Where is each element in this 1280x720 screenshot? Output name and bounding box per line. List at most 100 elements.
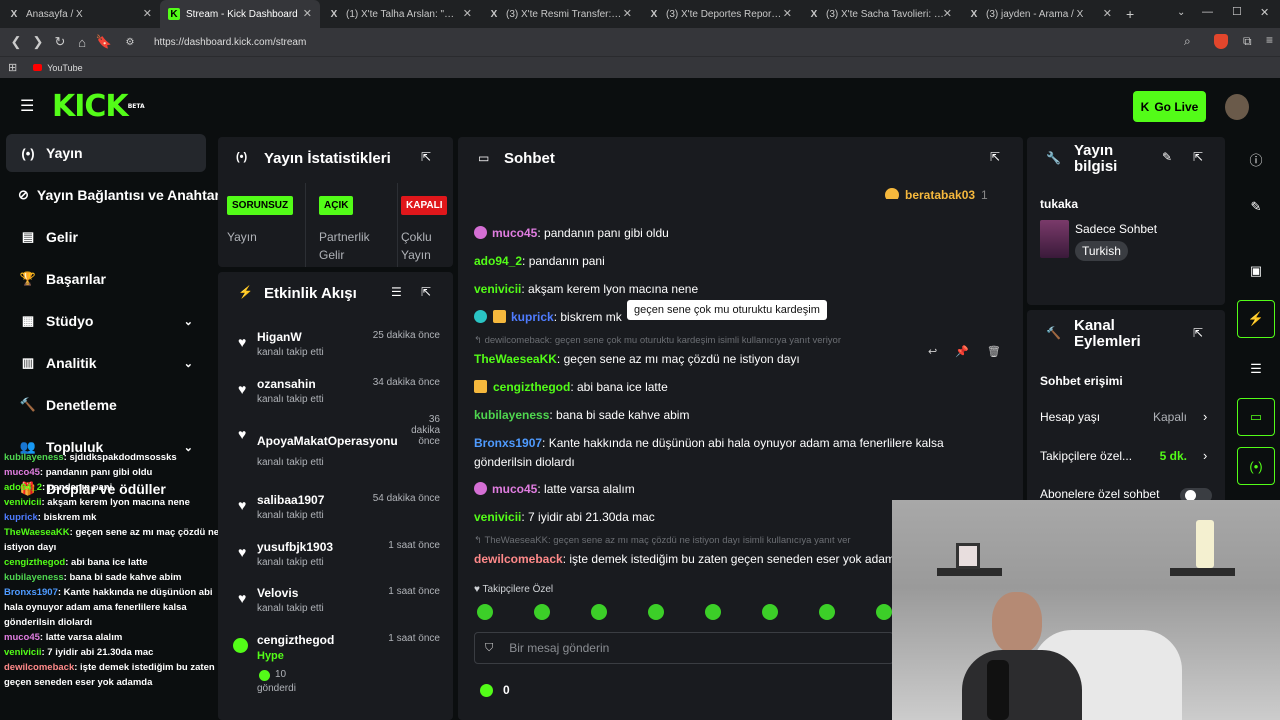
chat-message[interactable]: venivicii: 7 iyidir abi 21.30da mac — [474, 510, 655, 524]
chat-username[interactable]: Bronxs1907 — [474, 436, 542, 450]
reply-reference[interactable]: ↰ dewilcomeback: geçen sene çok mu oturu… — [474, 335, 894, 346]
chat-message[interactable]: muco45: pandanın panı gibi oldu — [474, 226, 669, 240]
kick-logo[interactable]: KICKBETA — [52, 92, 145, 122]
list-icon[interactable]: ☰ — [1237, 350, 1275, 388]
chat-message[interactable]: dewilcomeback: işte demek istediğim bu z… — [474, 552, 894, 566]
maximize-button[interactable]: ☐ — [1232, 5, 1242, 18]
sidebar-item[interactable]: 🏆 Başarılar — [0, 260, 215, 298]
popout-icon[interactable]: ⇱ — [1193, 150, 1203, 164]
chat-input[interactable]: ⛉ Bir mesaj gönderin — [474, 632, 894, 664]
chat-username[interactable]: muco45 — [492, 482, 537, 496]
chat-username[interactable]: kuprick — [511, 310, 554, 324]
setting-value[interactable]: Kapalı — [1153, 410, 1187, 424]
zoom-icon[interactable]: ⌕ — [1184, 34, 1191, 49]
emote-icon[interactable] — [762, 604, 778, 620]
emote-icon[interactable] — [876, 604, 892, 620]
close-tab-icon[interactable]: ✕ — [303, 7, 312, 20]
menu-icon[interactable]: ≡ — [1266, 33, 1273, 47]
hamburger-menu-icon[interactable]: ☰ — [20, 96, 34, 116]
sidebar-item[interactable]: 🔨 Denetleme — [0, 386, 215, 424]
chat-username[interactable]: kubilayeness — [474, 408, 549, 422]
browser-tab[interactable]: X (1) X'te Talha Arslan: "🟠 ⚪ ÖZE✕ — [320, 0, 480, 28]
chat-username[interactable]: cengizthegod — [493, 380, 570, 394]
new-tab-button[interactable]: + — [1126, 6, 1134, 22]
chat-message[interactable]: muco45: latte varsa alalım — [474, 482, 635, 496]
emote-icon[interactable] — [648, 604, 664, 620]
edit-icon[interactable]: ✎ — [1162, 150, 1172, 164]
popout-icon[interactable]: ⇱ — [1193, 326, 1203, 340]
delete-icon[interactable]: 🗑 — [987, 345, 1001, 358]
info-icon[interactable]: ⓘ — [1237, 140, 1275, 178]
bookmark-icon[interactable]: 🔖 — [94, 34, 114, 50]
emote-icon[interactable] — [477, 604, 493, 620]
browser-tab[interactable]: X (3) X'te Resmi Transfer: "Oyuncu: Eji✕ — [480, 0, 640, 28]
channel-points[interactable]: 0 — [480, 683, 510, 697]
site-info-icon[interactable]: ⚙ — [120, 37, 140, 48]
chat-username[interactable]: TheWaeseaKK — [474, 352, 557, 366]
browser-tab[interactable]: K Stream - Kick Dashboard ✕ — [160, 0, 320, 28]
chat-username[interactable]: venivicii — [474, 510, 521, 524]
chevron-right-icon[interactable]: › — [1203, 448, 1207, 463]
chat-message[interactable]: TheWaeseaKK: geçen sene az mı maç çözdü … — [474, 352, 800, 366]
setting-value[interactable]: 5 dk. — [1160, 449, 1187, 463]
bookmark-youtube[interactable]: YouTube — [47, 63, 82, 73]
lightning-icon[interactable]: ⚡ — [1237, 300, 1275, 338]
home-icon[interactable]: ⌂ — [72, 35, 92, 50]
chat-username[interactable]: venivicii — [474, 282, 521, 296]
reply-icon[interactable]: ↩ — [928, 345, 937, 358]
close-tab-icon[interactable]: ✕ — [623, 7, 632, 20]
close-window-button[interactable]: ✕ — [1260, 6, 1269, 19]
reload-icon[interactable]: ↻ — [50, 34, 70, 50]
chat-message[interactable]: cengizthegod: abi bana ice latte — [474, 380, 668, 394]
popout-icon[interactable]: ⇱ — [421, 285, 431, 299]
chat-message[interactable]: kubilayeness: bana bi sade kahve abim — [474, 408, 689, 422]
chat-username[interactable]: dewilcomeback — [474, 552, 563, 566]
close-tab-icon[interactable]: ✕ — [1103, 7, 1112, 20]
browser-tab[interactable]: X (3) X'te Deportes Reports: "Galatas✕ — [640, 0, 800, 28]
chat-message[interactable]: kuprick: biskrem mk — [474, 310, 622, 324]
sidebar-item[interactable]: ⊘ Yayın Bağlantısı ve Anahtarı — [0, 176, 224, 214]
close-tab-icon[interactable]: ✕ — [143, 7, 152, 20]
chat-toggle-icon[interactable]: ▭ — [1237, 398, 1275, 436]
popout-icon[interactable]: ⇱ — [421, 150, 431, 164]
url-field[interactable]: https://dashboard.kick.com/stream — [154, 37, 306, 48]
chat-text: gönderilsin diolardı — [474, 455, 575, 469]
close-tab-icon[interactable]: ✕ — [943, 7, 952, 20]
pin-icon[interactable]: 📌 — [955, 345, 969, 358]
browser-tab[interactable]: X (3) jayden - Arama / X ✕ — [960, 0, 1120, 28]
emote-icon[interactable] — [705, 604, 721, 620]
chevron-right-icon[interactable]: › — [1203, 409, 1207, 424]
popout-icon[interactable]: ⇱ — [990, 150, 1000, 164]
browser-tab[interactable]: X (3) X'te Sacha Tavolieri: "🟠 ⚪ E✕ — [800, 0, 960, 28]
forward-icon[interactable]: ❯ — [28, 34, 48, 50]
broadcast-toggle-icon[interactable]: (•) — [1237, 447, 1275, 485]
chat-message[interactable]: ado94_2: pandanın pani — [474, 254, 605, 268]
close-tab-icon[interactable]: ✕ — [463, 7, 472, 20]
filter-icon[interactable]: ☰ — [391, 285, 402, 299]
apps-grid-icon[interactable]: ⊞ — [8, 61, 17, 74]
player-icon[interactable]: ▣ — [1237, 252, 1275, 290]
chat-message[interactable]: Bronxs1907: Kante hakkında ne düşünüon a… — [474, 436, 944, 450]
pen-icon[interactable]: ✎ — [1237, 188, 1275, 226]
sidebar-item[interactable]: ▦ Stüdyo ⌄ — [0, 302, 215, 340]
go-live-button[interactable]: K Go Live — [1133, 91, 1206, 122]
emote-icon[interactable] — [534, 604, 550, 620]
brave-shield-icon[interactable] — [1214, 34, 1228, 49]
chat-username[interactable]: ado94_2 — [474, 254, 522, 268]
sidebar-item[interactable]: (•) Yayın — [6, 134, 206, 172]
reply-reference[interactable]: ↰ TheWaeseaKK: geçen sene az mı maç çözd… — [474, 535, 894, 546]
emote-icon[interactable] — [819, 604, 835, 620]
close-tab-icon[interactable]: ✕ — [783, 7, 792, 20]
sidebar-item[interactable]: ▥ Analitik ⌄ — [0, 344, 215, 382]
avatar[interactable] — [1225, 94, 1249, 120]
minimize-button[interactable]: — — [1202, 6, 1213, 18]
browser-tab[interactable]: X Anasayfa / X ✕ — [0, 0, 160, 28]
emote-icon[interactable] — [591, 604, 607, 620]
chat-username[interactable]: muco45 — [492, 226, 537, 240]
extensions-icon[interactable]: ⧉ — [1243, 34, 1252, 49]
chat-message[interactable]: venivicii: akşam kerem lyon macına nene — [474, 282, 698, 296]
shelf-item — [956, 543, 980, 569]
back-icon[interactable]: ❮ — [6, 34, 26, 50]
sidebar-item[interactable]: ▤ Gelir — [0, 218, 215, 256]
tab-list-chevron-icon[interactable]: ⌄ — [1177, 7, 1185, 18]
